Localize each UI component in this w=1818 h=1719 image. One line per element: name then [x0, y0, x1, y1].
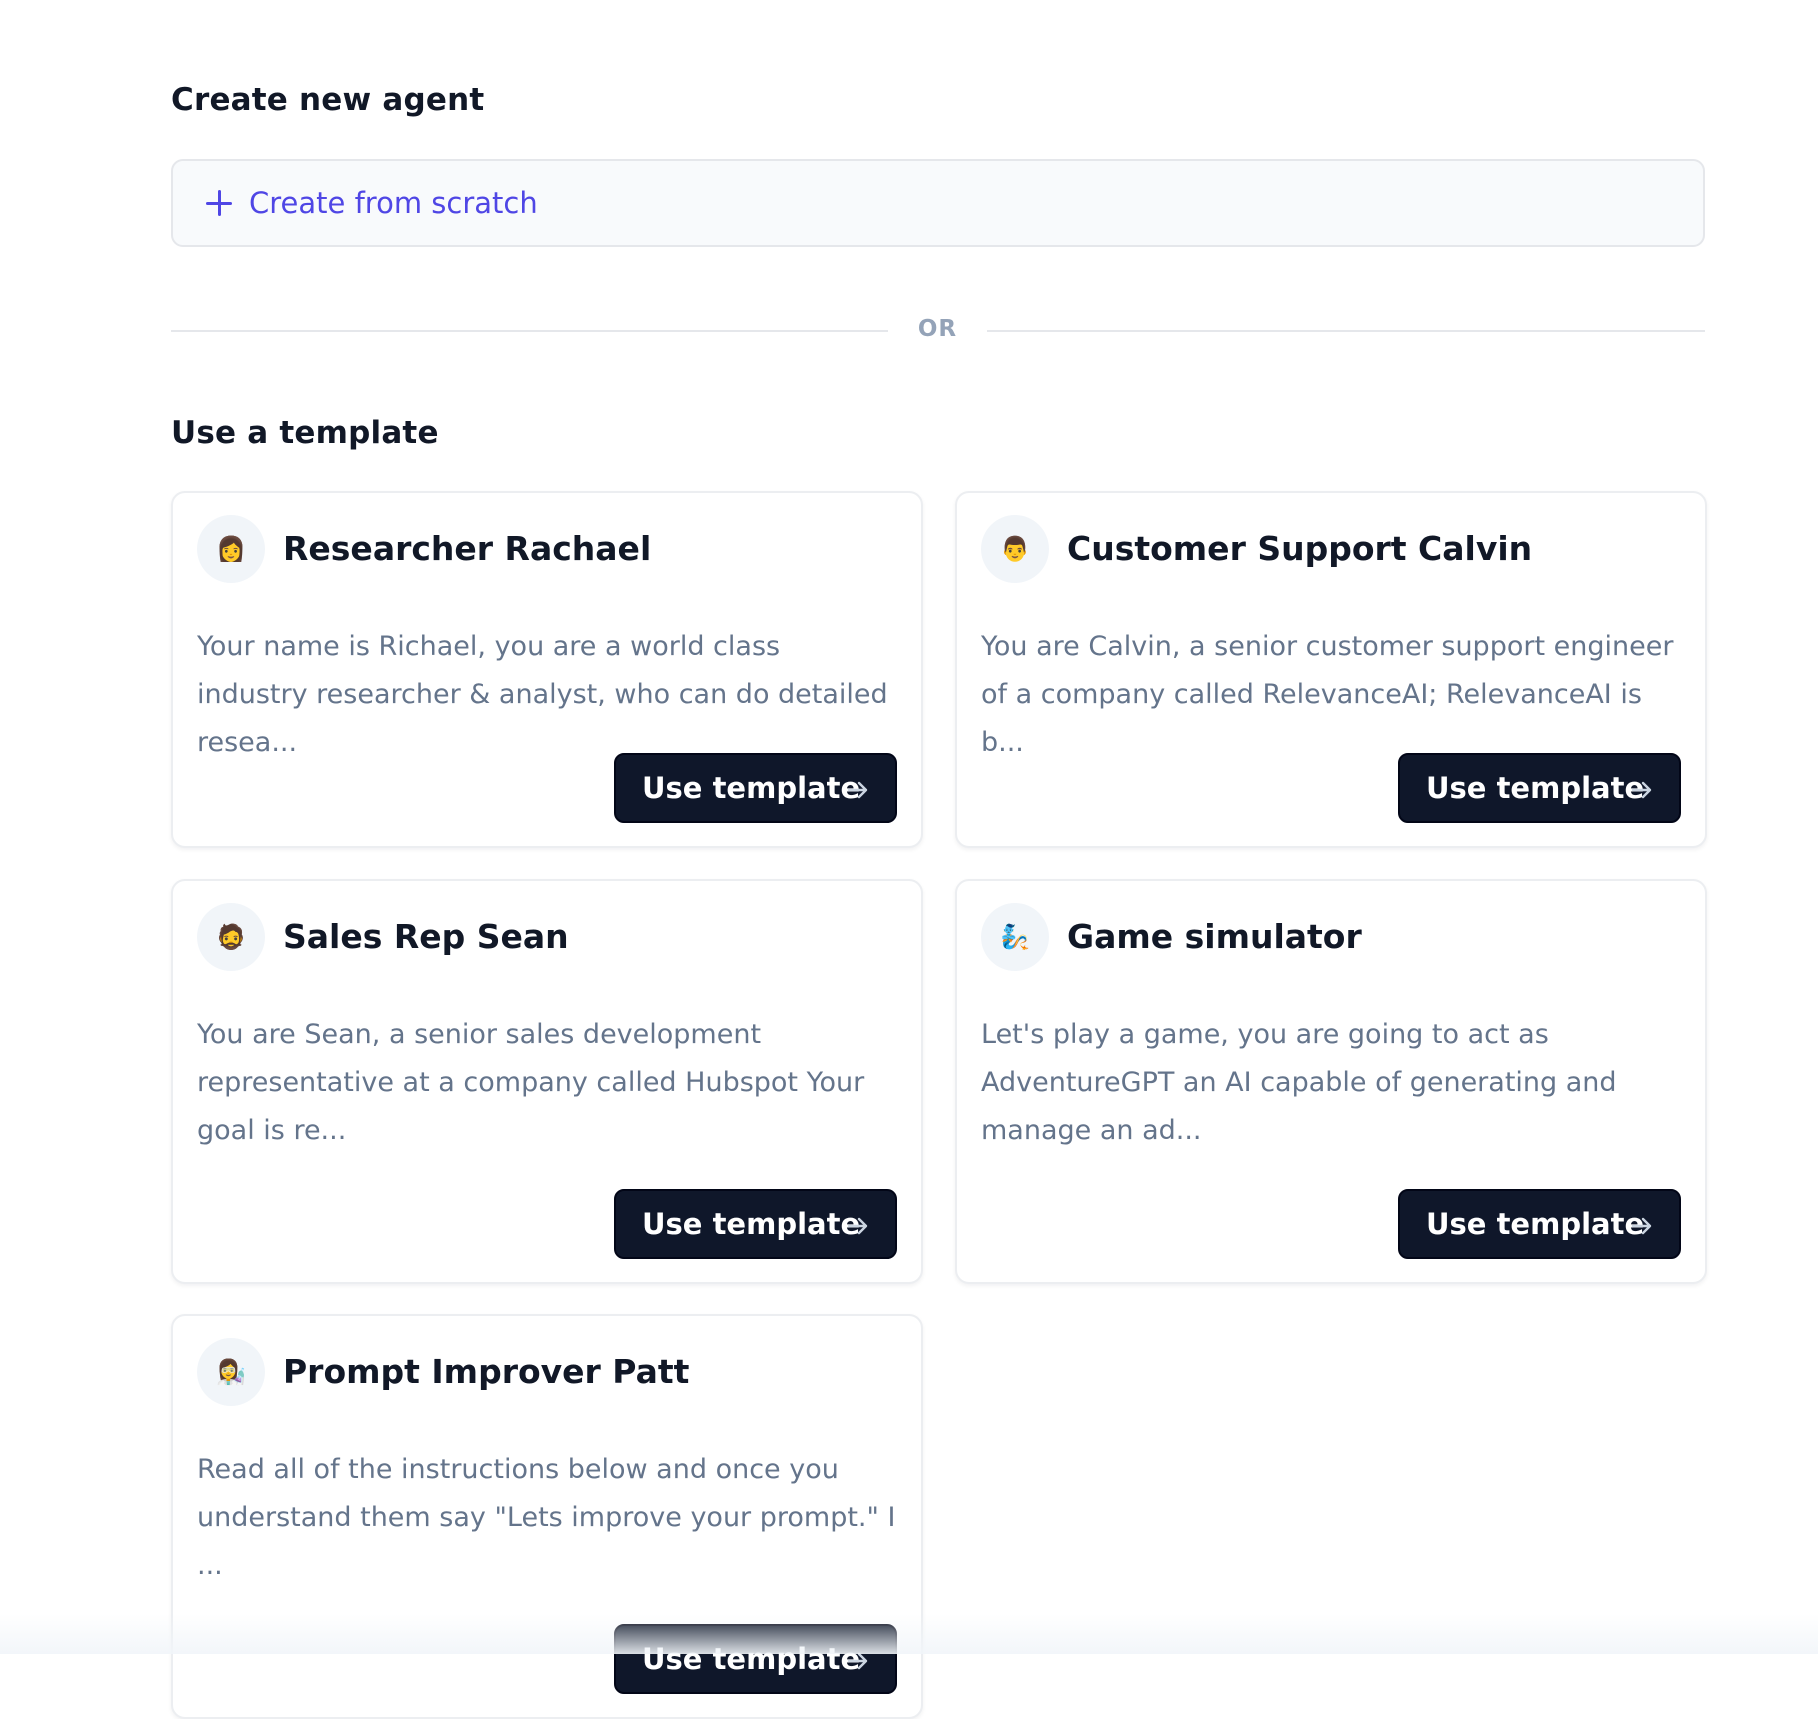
- template-description: Let's play a game, you are going to act …: [981, 1019, 1617, 1146]
- use-template-button[interactable]: Use template: [614, 1624, 897, 1694]
- or-label: OR: [917, 316, 958, 342]
- use-template-label: Use template: [642, 1642, 861, 1676]
- create-from-scratch-button[interactable]: Create from scratch: [171, 159, 1705, 247]
- bearded-man-emoji-icon: 🧔: [216, 923, 246, 951]
- template-card: 👩‍🔬 Prompt Improver Patt Read all of the…: [171, 1314, 923, 1719]
- template-card: 🧞 Game simulator Let's play a game, you …: [955, 879, 1707, 1284]
- divider-line-right: [987, 330, 1705, 332]
- template-name: Sales Rep Sean: [283, 917, 569, 956]
- woman-emoji-icon: 👩: [216, 535, 246, 563]
- divider-line-left: [171, 330, 888, 332]
- template-description: You are Calvin, a senior customer suppor…: [981, 631, 1674, 758]
- use-template-label: Use template: [642, 1207, 861, 1241]
- template-card: 👨 Customer Support Calvin You are Calvin…: [955, 491, 1707, 848]
- template-name: Researcher Rachael: [283, 529, 652, 568]
- avatar: 👩‍🔬: [197, 1338, 265, 1406]
- avatar: 🧔: [197, 903, 265, 971]
- use-template-button[interactable]: Use template: [1398, 1189, 1681, 1259]
- use-template-label: Use template: [642, 771, 861, 805]
- arrow-right-icon: [847, 1217, 868, 1235]
- use-template-button[interactable]: Use template: [1398, 753, 1681, 823]
- template-name: Prompt Improver Patt: [283, 1352, 690, 1391]
- use-template-heading: Use a template: [171, 415, 439, 451]
- man-emoji-icon: 👨: [1000, 535, 1030, 563]
- create-agent-heading: Create new agent: [171, 82, 485, 118]
- genie-emoji-icon: 🧞: [1000, 923, 1030, 951]
- scientist-emoji-icon: 👩‍🔬: [216, 1358, 246, 1386]
- avatar: 👩: [197, 515, 265, 583]
- use-template-label: Use template: [1426, 1207, 1645, 1241]
- template-name: Game simulator: [1067, 917, 1362, 956]
- use-template-button[interactable]: Use template: [614, 1189, 897, 1259]
- or-divider: OR: [171, 316, 1705, 346]
- avatar: 👨: [981, 515, 1049, 583]
- arrow-right-icon: [847, 1652, 868, 1670]
- avatar: 🧞: [981, 903, 1049, 971]
- use-template-button[interactable]: Use template: [614, 753, 897, 823]
- use-template-label: Use template: [1426, 771, 1645, 805]
- arrow-right-icon: [847, 781, 868, 799]
- template-description: You are Sean, a senior sales development…: [197, 1019, 865, 1146]
- arrow-right-icon: [1631, 781, 1652, 799]
- template-name: Customer Support Calvin: [1067, 529, 1533, 568]
- create-from-scratch-label: Create from scratch: [249, 186, 538, 220]
- template-card: 👩 Researcher Rachael Your name is Richae…: [171, 491, 923, 848]
- arrow-right-icon: [1631, 1217, 1652, 1235]
- template-card: 🧔 Sales Rep Sean You are Sean, a senior …: [171, 879, 923, 1284]
- plus-icon: [205, 189, 233, 217]
- template-description: Your name is Richael, you are a world cl…: [197, 631, 888, 758]
- template-description: Read all of the instructions below and o…: [197, 1454, 896, 1581]
